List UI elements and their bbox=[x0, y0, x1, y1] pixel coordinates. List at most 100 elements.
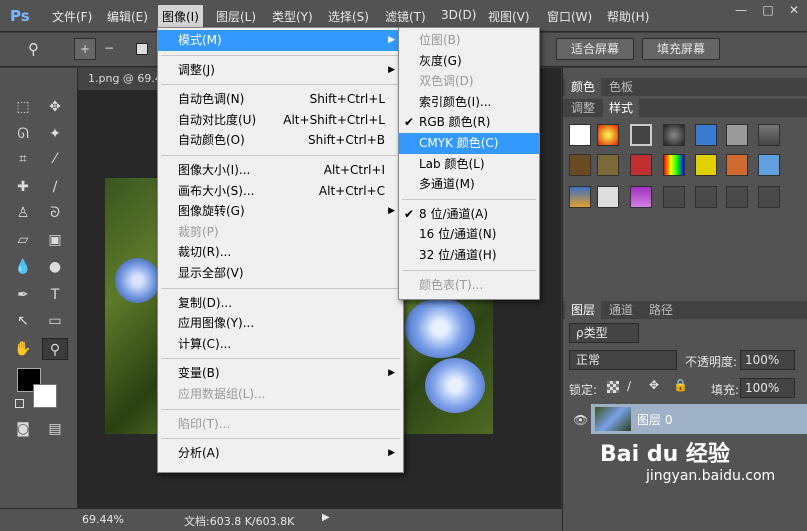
style-swatch[interactable] bbox=[758, 186, 780, 208]
mode_submenu-item[interactable]: 灰度(G) bbox=[399, 51, 539, 72]
image_menu-item[interactable]: 变量(B) ▶ bbox=[158, 363, 403, 384]
menu-help[interactable]: 帮助(H) bbox=[607, 8, 649, 25]
mode_submenu-item[interactable]: 索引颜色(I)... bbox=[399, 92, 539, 113]
layer-name[interactable]: 图层 0 bbox=[637, 411, 672, 428]
tab-color[interactable]: 颜色 bbox=[565, 78, 602, 96]
style-swatch[interactable] bbox=[758, 154, 780, 176]
visibility-eye-icon[interactable]: 👁 bbox=[573, 413, 588, 427]
eraser-tool-icon[interactable]: ▱ bbox=[10, 229, 36, 251]
stamp-tool-icon[interactable]: ♙ bbox=[10, 202, 36, 224]
mode_submenu-item[interactable]: ✔ 8 位/通道(A) bbox=[399, 204, 539, 225]
screen-mode-icon[interactable]: ▤ bbox=[42, 418, 68, 440]
image_menu-item[interactable]: 画布大小(S)... Alt+Ctrl+C bbox=[158, 181, 403, 202]
blur-tool-icon[interactable]: 💧 bbox=[10, 256, 36, 278]
mode_submenu-item[interactable]: 32 位/通道(H) bbox=[399, 245, 539, 266]
mode_submenu-item[interactable]: 多通道(M) bbox=[399, 174, 539, 195]
image_menu-item[interactable]: 图像旋转(G) ▶ bbox=[158, 201, 403, 222]
lock-all-icon[interactable]: 🔒 bbox=[673, 378, 688, 392]
path-select-icon[interactable]: ↖ bbox=[10, 310, 36, 332]
lock-transparent-icon[interactable] bbox=[607, 381, 619, 393]
menu-file[interactable]: 文件(F) bbox=[52, 8, 92, 25]
dodge-tool-icon[interactable]: ● bbox=[42, 256, 68, 278]
image_menu-item[interactable]: 自动色调(N) Shift+Ctrl+L bbox=[158, 89, 403, 110]
image_menu-item[interactable]: 应用图像(Y)... bbox=[158, 313, 403, 334]
menu-select[interactable]: 选择(S) bbox=[328, 8, 369, 25]
image_menu-item[interactable]: 自动颜色(O) Shift+Ctrl+B bbox=[158, 130, 403, 151]
tab-adjustments[interactable]: 调整 bbox=[565, 99, 601, 117]
style-swatch[interactable] bbox=[630, 186, 652, 208]
style-swatch[interactable] bbox=[695, 154, 717, 176]
mode_submenu-item[interactable]: CMYK 颜色(C) bbox=[399, 133, 539, 154]
image_menu-item[interactable]: 裁切(R)... bbox=[158, 242, 403, 263]
image_menu-item[interactable]: 图像大小(I)... Alt+Ctrl+I bbox=[158, 160, 403, 181]
image_menu-item[interactable]: 复制(D)... bbox=[158, 293, 403, 314]
zoom-in-icon[interactable]: + bbox=[74, 38, 96, 60]
style-none-swatch[interactable] bbox=[569, 124, 591, 146]
zoom-level[interactable]: 69.44% bbox=[82, 513, 124, 526]
image_menu-item[interactable]: 调整(J) ▶ bbox=[158, 60, 403, 81]
menu-image[interactable]: 图像(I) bbox=[158, 5, 203, 28]
menu-filter[interactable]: 滤镜(T) bbox=[385, 8, 426, 25]
hand-tool-icon[interactable]: ✋ bbox=[10, 338, 36, 360]
style-swatch[interactable] bbox=[663, 186, 685, 208]
style-swatch[interactable] bbox=[597, 186, 619, 208]
style-swatch[interactable] bbox=[663, 154, 685, 176]
style-swatch[interactable] bbox=[726, 124, 748, 146]
tab-channels[interactable]: 通道 bbox=[603, 301, 639, 319]
image_menu-item[interactable]: 显示全部(V) bbox=[158, 263, 403, 284]
type-tool-icon[interactable]: T bbox=[42, 284, 68, 306]
style-swatch[interactable] bbox=[726, 154, 748, 176]
brush-tool-icon[interactable]: ∕ bbox=[42, 176, 68, 198]
layer-kind-filter[interactable]: ρ类型 bbox=[569, 323, 639, 343]
healing-brush-icon[interactable]: ✚ bbox=[10, 176, 36, 198]
layer-row[interactable]: 图层 0 bbox=[591, 404, 807, 434]
crop-tool-icon[interactable]: ⌗ bbox=[10, 148, 36, 170]
gradient-tool-icon[interactable]: ▣ bbox=[42, 229, 68, 251]
menu-layer[interactable]: 图层(L) bbox=[216, 8, 256, 25]
tab-styles[interactable]: 样式 bbox=[603, 99, 640, 117]
maximize-button[interactable]: □ bbox=[755, 0, 781, 20]
status-menu-arrow-icon[interactable]: ▶ bbox=[322, 512, 330, 523]
background-color-swatch[interactable] bbox=[33, 384, 57, 408]
menu-3d[interactable]: 3D(D) bbox=[441, 8, 476, 22]
default-colors-icon[interactable] bbox=[15, 399, 24, 408]
menu-view[interactable]: 视图(V) bbox=[488, 8, 530, 25]
marquee-tool-icon[interactable]: ⬚ bbox=[10, 96, 36, 118]
opacity-field[interactable]: 100% bbox=[740, 350, 795, 370]
blend-mode-select[interactable]: 正常 bbox=[569, 350, 677, 370]
style-swatch[interactable] bbox=[663, 124, 685, 146]
lock-pixels-icon[interactable]: ∕ bbox=[627, 379, 631, 393]
zoom-tool-icon[interactable]: ⚲ bbox=[28, 40, 48, 60]
tab-layers[interactable]: 图层 bbox=[565, 301, 602, 319]
pen-tool-icon[interactable]: ✒ bbox=[10, 284, 36, 306]
magic-wand-icon[interactable]: ✦ bbox=[42, 123, 68, 145]
menu-type[interactable]: 类型(Y) bbox=[272, 8, 313, 25]
image_menu-item[interactable]: 模式(M) ▶ bbox=[158, 30, 403, 51]
mode_submenu-item[interactable]: Lab 颜色(L) bbox=[399, 154, 539, 175]
mode_submenu-item[interactable]: 16 位/通道(N) bbox=[399, 224, 539, 245]
fill-field[interactable]: 100% bbox=[740, 378, 795, 398]
zoom-out-icon[interactable]: − bbox=[98, 38, 120, 60]
fit-screen-button[interactable]: 适合屏幕 bbox=[556, 38, 634, 60]
minimize-button[interactable]: — bbox=[728, 0, 754, 20]
tab-swatches[interactable]: 色板 bbox=[603, 78, 639, 96]
image_menu-item[interactable]: 分析(A) ▶ bbox=[158, 443, 403, 464]
image_menu-item[interactable]: 自动对比度(U) Alt+Shift+Ctrl+L bbox=[158, 110, 403, 131]
image_menu-item[interactable]: 计算(C)... bbox=[158, 334, 403, 355]
style-swatch[interactable] bbox=[630, 154, 652, 176]
style-swatch[interactable] bbox=[569, 186, 591, 208]
tab-paths[interactable]: 路径 bbox=[643, 301, 679, 319]
history-brush-icon[interactable]: ᘐ bbox=[42, 202, 68, 224]
style-swatch[interactable] bbox=[630, 124, 652, 146]
style-swatch[interactable] bbox=[569, 154, 591, 176]
style-swatch[interactable] bbox=[695, 124, 717, 146]
quick-mask-icon[interactable]: ◙ bbox=[10, 418, 36, 440]
menu-edit[interactable]: 编辑(E) bbox=[107, 8, 148, 25]
shape-tool-icon[interactable]: ▭ bbox=[42, 310, 68, 332]
style-swatch[interactable] bbox=[597, 154, 619, 176]
eyedropper-icon[interactable]: ⁄ bbox=[42, 148, 68, 170]
fill-screen-button[interactable]: 填充屏幕 bbox=[642, 38, 720, 60]
zoom-tool-icon[interactable]: ⚲ bbox=[42, 338, 68, 360]
resize-windows-checkbox[interactable] bbox=[136, 43, 148, 55]
style-swatch[interactable] bbox=[726, 186, 748, 208]
